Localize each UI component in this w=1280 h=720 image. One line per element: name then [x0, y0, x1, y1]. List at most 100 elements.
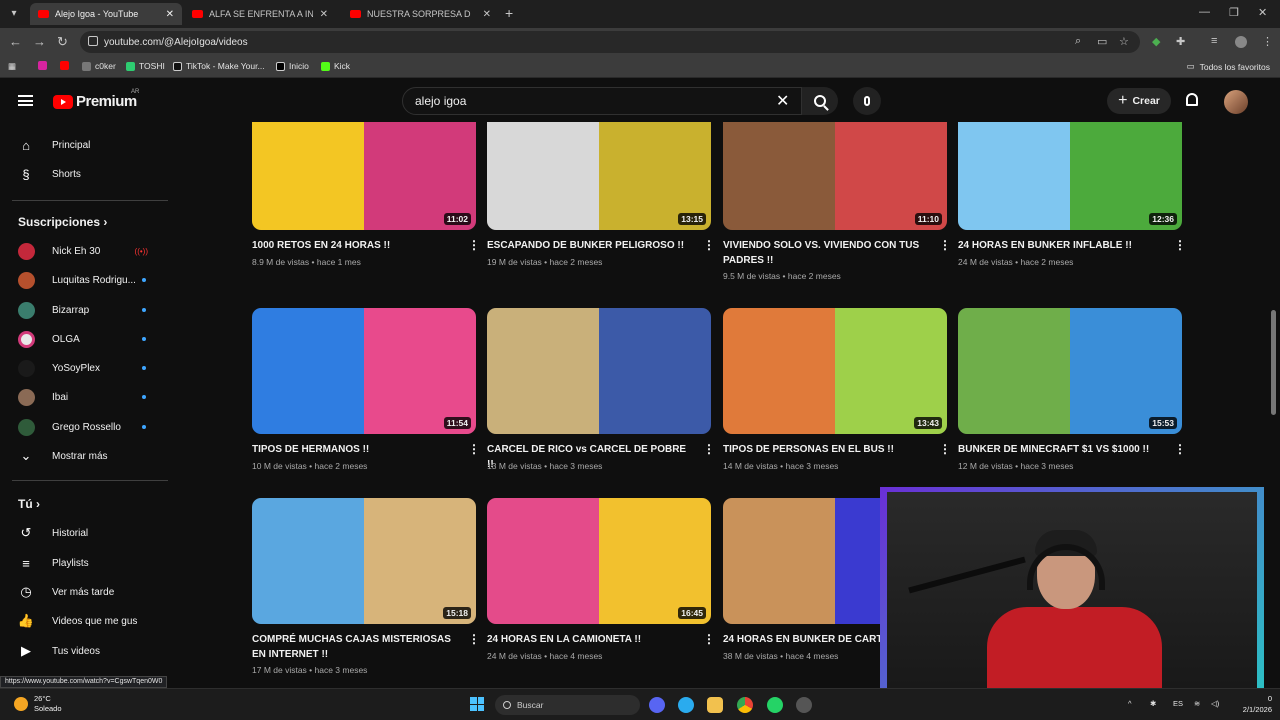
tab-alejo-igoa[interactable]: Alejo Igoa - YouTube ✕: [30, 3, 182, 25]
video-title[interactable]: 24 HORAS EN LA CAMIONETA !!: [487, 632, 692, 647]
more-actions-icon[interactable]: ⋮: [1174, 442, 1186, 456]
whatsapp-icon[interactable]: [767, 697, 783, 713]
taskbar-clock[interactable]: 0 2/1/2026: [1232, 693, 1272, 715]
more-actions-icon[interactable]: ⋮: [468, 442, 480, 456]
close-icon[interactable]: ✕: [320, 9, 328, 20]
voice-search-button[interactable]: [853, 87, 881, 115]
video-card[interactable]: 13:15 ESCAPANDO DE BUNKER PELIGROSO !! 19 …: [487, 122, 711, 284]
bookmark-star-icon[interactable]: ☆: [1119, 35, 1129, 48]
close-icon[interactable]: ✕: [483, 9, 491, 20]
new-tab-button[interactable]: +: [505, 5, 513, 21]
video-title[interactable]: 24 HORAS EN BUNKER INFLABLE !!: [958, 238, 1163, 253]
video-title[interactable]: VIVIENDO SOLO VS. VIVIENDO CON TUS PADRE…: [723, 238, 928, 268]
tab-search-icon[interactable]: ▾: [6, 5, 22, 21]
tab-nuestra-sorpresa[interactable]: NUESTRA SORPRESA DE NAVID ✕: [342, 3, 499, 25]
more-actions-icon[interactable]: ⋮: [703, 442, 715, 456]
video-thumbnail[interactable]: 15:18: [252, 498, 476, 624]
video-thumbnail[interactable]: 11:54: [252, 308, 476, 434]
video-thumbnail[interactable]: 13:15: [487, 122, 711, 230]
sidebar-item-bizarrap[interactable]: Bizarrap: [12, 297, 162, 323]
youtube-premium-logo[interactable]: Premium: [53, 93, 137, 110]
more-actions-icon[interactable]: ⋮: [1174, 238, 1182, 252]
all-bookmarks[interactable]: ▭ Todos los favoritos: [1187, 61, 1270, 72]
search-button[interactable]: [802, 87, 838, 115]
clear-search-icon[interactable]: ✕: [776, 91, 789, 111]
discord-icon[interactable]: [649, 697, 665, 713]
volume-icon[interactable]: ◁): [1211, 699, 1219, 708]
url-input[interactable]: youtube.com/@AlejoIgoa/videos: [80, 31, 1140, 53]
account-avatar[interactable]: [1224, 90, 1248, 114]
video-card[interactable]: 11:10 VIVIENDO SOLO VS. VIVIENDO CON TUS …: [723, 122, 947, 284]
video-thumbnail[interactable]: 12:36: [958, 122, 1182, 230]
video-card[interactable]: 11:02 1000 RETOS EN 24 HORAS !! 8.9 M de v…: [252, 122, 476, 284]
sidebar-item-grego-rossello[interactable]: Grego Rossello: [12, 414, 162, 440]
sidebar-item-liked-videos[interactable]: 👍 Videos que me gus...: [12, 608, 162, 634]
video-card[interactable]: 13:43 TIPOS DE PERSONAS EN EL BUS !! 14 M …: [723, 308, 951, 488]
video-thumbnail[interactable]: 11:10: [723, 122, 947, 230]
windows-start-icon[interactable]: [470, 697, 484, 711]
youtube-bookmark[interactable]: [60, 61, 73, 70]
video-title[interactable]: TIPOS DE PERSONAS EN EL BUS !!: [723, 442, 928, 457]
page-scrollbar[interactable]: [1271, 310, 1276, 415]
instagram-bookmark[interactable]: [38, 61, 51, 70]
video-card[interactable]: 11:54 TIPOS DE HERMANOS !! 10 M de vistas …: [252, 308, 480, 488]
video-card[interactable]: 12:36 24 HORAS EN BUNKER INFLABLE !! 24 M …: [958, 122, 1182, 284]
tab-alfa[interactable]: ALFA SE ENFRENTA A INFERNO ✕: [184, 3, 336, 25]
apps-grid-icon[interactable]: ▦: [8, 61, 16, 72]
video-thumbnail[interactable]: 13:43: [723, 308, 947, 434]
video-card[interactable]: 15:53 BUNKER DE MINECRAFT $1 VS $1000 !! 1…: [958, 308, 1186, 488]
reading-list-icon[interactable]: ≡: [1211, 35, 1217, 47]
forward-icon[interactable]: →: [33, 34, 46, 49]
more-actions-icon[interactable]: ⋮: [468, 632, 480, 646]
you-heading[interactable]: Tú ›: [18, 497, 40, 511]
back-icon[interactable]: ←: [9, 34, 22, 49]
video-title[interactable]: 1000 RETOS EN 24 HORAS !!: [252, 238, 457, 253]
bookmark-toshi[interactable]: TOSHI: [126, 61, 165, 71]
bookmark-tiktok[interactable]: TikTok - Make Your...: [173, 61, 265, 71]
sidebar-item-show-more[interactable]: ⌄ Mostrar más: [12, 443, 162, 469]
sidebar-item-principal[interactable]: ⌂ Principal: [12, 132, 162, 158]
more-actions-icon[interactable]: ⋮: [703, 238, 711, 252]
video-card[interactable]: 16:45 24 HORAS EN LA CAMIONETA !! 24 M de …: [487, 498, 715, 678]
zoom-icon[interactable]: ⌕: [1075, 35, 1081, 48]
notifications-bell-icon[interactable]: [1186, 93, 1198, 106]
video-thumbnail[interactable]: [487, 308, 711, 434]
window-close-icon[interactable]: ✕: [1258, 6, 1267, 19]
close-icon[interactable]: ✕: [166, 9, 174, 20]
file-explorer-icon[interactable]: [707, 697, 723, 713]
video-card[interactable]: 15:18 COMPRÉ MUCHAS CAJAS MISTERIOSAS EN …: [252, 498, 480, 678]
bluetooth-icon[interactable]: ✱: [1150, 699, 1156, 708]
more-actions-icon[interactable]: ⋮: [939, 238, 947, 252]
taskbar-search-input[interactable]: Buscar: [495, 695, 640, 715]
bookmark-c0ker[interactable]: c0ker: [82, 61, 116, 71]
video-title[interactable]: TIPOS DE HERMANOS !!: [252, 442, 457, 457]
language-indicator[interactable]: ES: [1173, 699, 1183, 708]
subscriptions-heading[interactable]: Suscripciones ›: [18, 215, 107, 229]
minimize-icon[interactable]: —: [1199, 6, 1210, 18]
video-thumbnail[interactable]: 15:53: [958, 308, 1182, 434]
more-options-icon[interactable]: ⋮: [1262, 35, 1273, 48]
sidebar-item-playlists[interactable]: ≡ Playlists: [12, 550, 162, 576]
sidebar-item-shorts[interactable]: § Shorts: [12, 161, 162, 187]
bookmark-kick[interactable]: Kick: [321, 61, 350, 71]
site-info-icon[interactable]: [88, 36, 98, 46]
sidebar-item-yosoyplex[interactable]: YoSoyPlex: [12, 355, 162, 381]
more-actions-icon[interactable]: ⋮: [703, 632, 715, 646]
reload-icon[interactable]: ↻: [57, 34, 68, 50]
extensions-puzzle-icon[interactable]: ✚: [1176, 35, 1185, 48]
extension-icon[interactable]: ◆: [1152, 35, 1160, 48]
telegram-icon[interactable]: [678, 697, 694, 713]
bookmark-x[interactable]: Inicio: [276, 61, 309, 71]
video-thumbnail[interactable]: 16:45: [487, 498, 711, 624]
profile-avatar[interactable]: [1235, 36, 1247, 48]
video-title[interactable]: COMPRÉ MUCHAS CAJAS MISTERIOSAS EN INTER…: [252, 632, 457, 662]
sidebar-item-historial[interactable]: ↺ Historial: [12, 520, 162, 546]
sidebar-item-olga[interactable]: OLGA: [12, 326, 162, 352]
chrome-icon[interactable]: [737, 697, 753, 713]
wifi-icon[interactable]: ≋: [1194, 699, 1200, 708]
video-thumbnail[interactable]: 11:02: [252, 122, 476, 230]
search-input[interactable]: alejo igoa: [402, 87, 802, 115]
sidebar-item-luquitas[interactable]: Luquitas Rodrigu...: [12, 267, 162, 293]
video-title[interactable]: ESCAPANDO DE BUNKER PELIGROSO !!: [487, 238, 692, 253]
obs-icon[interactable]: [796, 697, 812, 713]
